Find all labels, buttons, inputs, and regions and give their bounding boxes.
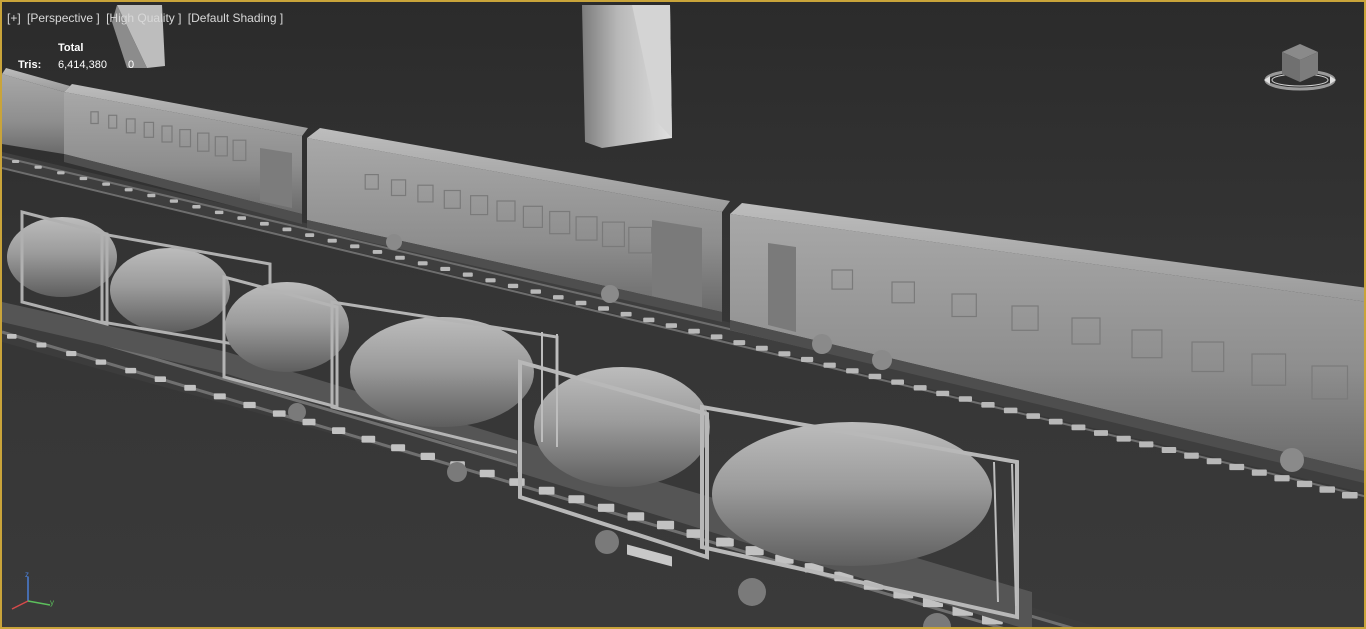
sleeper bbox=[213, 393, 226, 400]
sleeper bbox=[598, 306, 609, 311]
sleeper bbox=[1319, 486, 1335, 493]
sleeper bbox=[7, 334, 17, 339]
sleeper bbox=[823, 362, 836, 368]
sleeper bbox=[509, 478, 525, 486]
sleeper bbox=[420, 452, 435, 460]
sleeper bbox=[733, 340, 746, 345]
sleeper bbox=[1229, 463, 1245, 471]
sleeper bbox=[710, 334, 723, 340]
sleeper bbox=[1296, 480, 1313, 488]
perspective-viewport[interactable]: [+] [Perspective ] [High Quality ] [Defa… bbox=[0, 0, 1366, 629]
sleeper bbox=[214, 210, 224, 215]
sleeper bbox=[102, 182, 110, 186]
svg-text:z: z bbox=[25, 571, 29, 579]
stats-selected-value: 0 bbox=[128, 59, 135, 71]
sleeper bbox=[372, 250, 383, 254]
sleeper bbox=[417, 261, 428, 266]
sleeper bbox=[530, 289, 541, 294]
viewport-quality-menu[interactable]: [High Quality ] bbox=[106, 11, 181, 25]
viewport-general-menu[interactable]: [+] bbox=[7, 11, 21, 25]
sleeper bbox=[391, 444, 406, 452]
sleeper bbox=[597, 503, 615, 512]
sleeper bbox=[1116, 435, 1131, 442]
sleeper bbox=[801, 356, 814, 362]
sleeper bbox=[643, 317, 655, 323]
sleeper bbox=[688, 328, 700, 334]
sleeper bbox=[538, 486, 555, 495]
sleeper bbox=[981, 402, 995, 408]
sleeper bbox=[1184, 452, 1199, 459]
sleeper bbox=[627, 512, 645, 521]
sleeper bbox=[1048, 418, 1063, 425]
sleeper bbox=[657, 520, 675, 530]
sleeper bbox=[1342, 492, 1358, 499]
sleeper bbox=[913, 385, 927, 391]
sleeper bbox=[620, 311, 632, 317]
sleeper bbox=[327, 238, 337, 243]
sleeper bbox=[1003, 407, 1018, 414]
sleeper bbox=[79, 176, 88, 181]
sleeper bbox=[1206, 458, 1222, 465]
sleeper bbox=[395, 255, 405, 260]
sleeper bbox=[479, 469, 495, 478]
sleeper bbox=[282, 227, 292, 232]
sleeper bbox=[272, 410, 286, 417]
sleeper bbox=[778, 351, 791, 357]
sleeper bbox=[1071, 424, 1086, 431]
sleeper bbox=[568, 495, 585, 504]
sleeper bbox=[958, 396, 972, 402]
sleeper bbox=[305, 233, 315, 237]
stats-row-label: Tris: bbox=[18, 59, 42, 71]
sleeper bbox=[846, 368, 859, 374]
sleeper bbox=[237, 216, 246, 220]
sleeper bbox=[66, 351, 77, 357]
sleeper bbox=[147, 193, 156, 198]
scene-render bbox=[2, 5, 1364, 627]
sleeper bbox=[34, 165, 42, 169]
sleeper bbox=[575, 300, 587, 306]
sleeper bbox=[125, 367, 137, 374]
axis-tripod-icon: z y bbox=[10, 570, 60, 613]
sleeper bbox=[350, 244, 360, 249]
sleeper bbox=[124, 188, 133, 192]
sleeper bbox=[12, 160, 20, 163]
sleeper bbox=[36, 342, 47, 348]
sleeper bbox=[302, 418, 316, 426]
sleeper bbox=[169, 199, 178, 203]
viewport-shading-menu[interactable]: [Default Shading ] bbox=[188, 11, 283, 25]
sleeper bbox=[1026, 413, 1040, 419]
viewport-point-of-view-menu[interactable]: [Perspective ] bbox=[27, 11, 100, 25]
sleeper bbox=[243, 401, 256, 409]
viewport-label-menu: [+] [Perspective ] [High Quality ] [Defa… bbox=[7, 11, 286, 25]
sleeper bbox=[891, 379, 904, 385]
pillar-center bbox=[582, 5, 672, 148]
sleeper bbox=[868, 373, 882, 380]
sleeper bbox=[57, 171, 65, 175]
sleeper bbox=[553, 295, 564, 300]
sleeper bbox=[1251, 469, 1267, 476]
sleeper bbox=[361, 435, 376, 443]
viewcube-icon[interactable] bbox=[1262, 42, 1342, 98]
sleeper bbox=[332, 427, 346, 434]
sleeper bbox=[1139, 441, 1154, 448]
svg-text:y: y bbox=[50, 598, 54, 607]
sleeper bbox=[184, 384, 196, 391]
stats-total-value: 6,414,380 bbox=[58, 59, 107, 71]
sleeper bbox=[95, 359, 107, 365]
sleeper bbox=[507, 283, 519, 289]
sleeper bbox=[755, 345, 768, 351]
sleeper bbox=[192, 205, 201, 209]
stats-header: Total bbox=[58, 42, 84, 54]
sleeper bbox=[1161, 447, 1177, 453]
sleeper bbox=[154, 376, 166, 382]
sleeper bbox=[440, 266, 451, 271]
sleeper bbox=[1094, 430, 1108, 436]
sleeper bbox=[462, 272, 473, 277]
sleeper bbox=[716, 537, 734, 547]
sleeper bbox=[260, 221, 269, 226]
sleeper bbox=[1274, 475, 1290, 482]
sleeper bbox=[936, 390, 950, 397]
sleeper bbox=[485, 278, 496, 283]
sleeper bbox=[665, 323, 677, 328]
